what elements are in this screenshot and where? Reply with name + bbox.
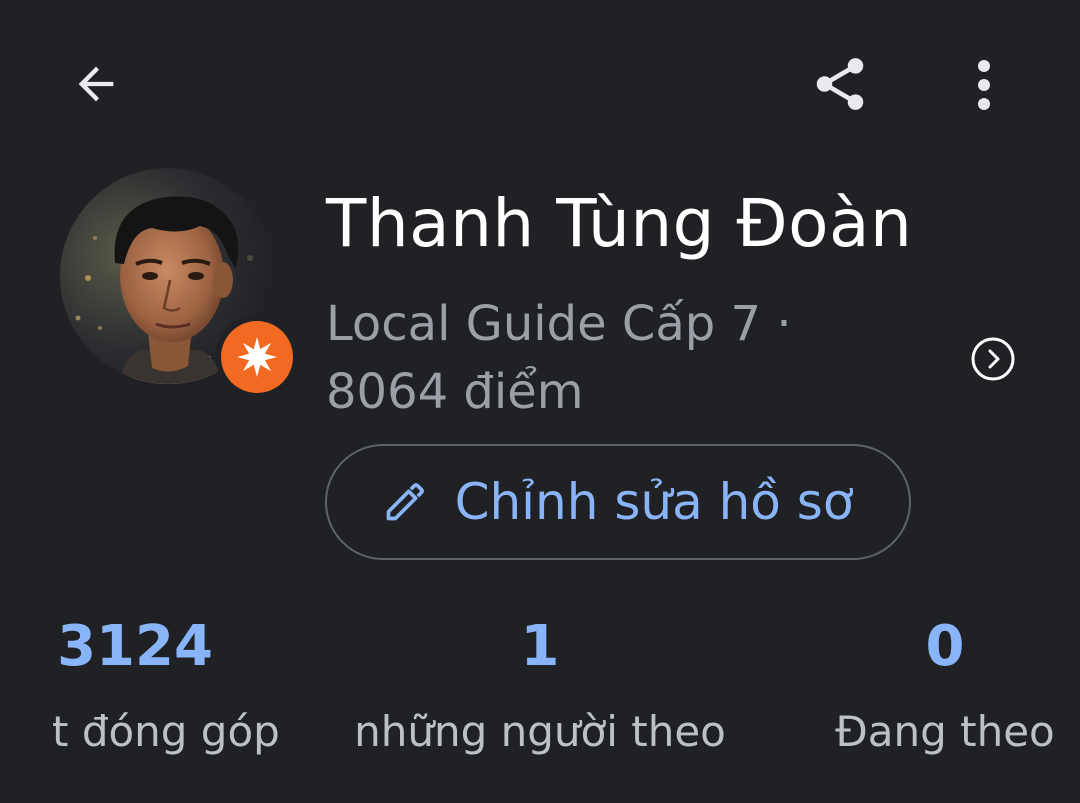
- stat-following-value: 0: [925, 614, 965, 679]
- back-button[interactable]: [66, 56, 126, 112]
- profile-name: Thanh Tùng Đoàn: [326, 185, 913, 262]
- level-text: Local Guide Cấp 7 ·: [326, 296, 792, 352]
- profile-avatar-container[interactable]: [60, 168, 298, 398]
- top-app-bar: [0, 0, 1080, 170]
- edit-profile-label: Chỉnh sửa hồ sơ: [454, 473, 854, 531]
- stat-followers-label: những người theo: [354, 707, 726, 756]
- stat-contributions-label: t đóng góp: [52, 707, 280, 756]
- level-details-button[interactable]: [970, 336, 1016, 382]
- edit-profile-button[interactable]: Chỉnh sửa hồ sơ: [325, 444, 911, 560]
- stat-following[interactable]: 0 Đang theo: [760, 612, 1080, 762]
- share-icon: [816, 58, 864, 110]
- chevron-right-circle-icon: [971, 337, 1015, 381]
- local-guide-star-icon: [237, 337, 277, 377]
- more-options-button[interactable]: [960, 54, 1008, 114]
- stat-contributions-value: 3124: [57, 614, 213, 679]
- local-guide-level[interactable]: Local Guide Cấp 7 · 8064 điểm: [326, 290, 886, 426]
- points-text: 8064 điểm: [326, 364, 584, 420]
- stat-contributions[interactable]: 3124 t đóng góp: [30, 612, 280, 762]
- stat-followers-value: 1: [520, 614, 560, 679]
- stat-followers[interactable]: 1 những người theo: [340, 612, 740, 762]
- stat-following-label: Đang theo: [835, 707, 1055, 756]
- pencil-icon: [386, 483, 424, 521]
- share-button[interactable]: [808, 52, 872, 116]
- badge-circle: [221, 321, 293, 393]
- local-guide-badge: [216, 316, 298, 398]
- more-vert-icon: [978, 60, 990, 110]
- arrow-back-icon: [78, 66, 114, 102]
